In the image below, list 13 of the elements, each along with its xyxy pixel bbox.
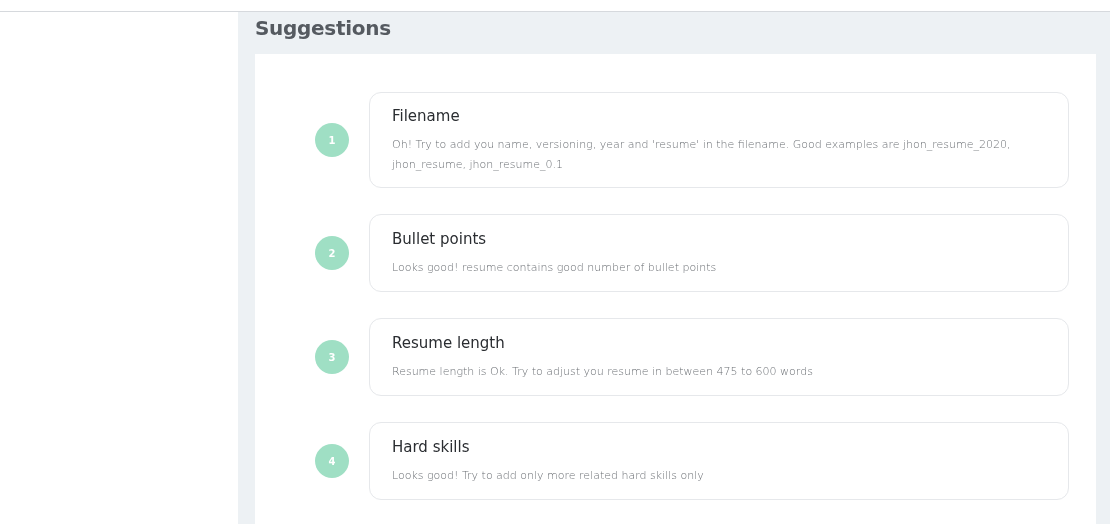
- suggestion-text: Resume length is Ok. Try to adjust you resume in between 475 to 600 words: [392, 364, 814, 380]
- step-number: 4: [315, 444, 349, 478]
- suggestion-title: Filename: [392, 107, 461, 125]
- suggestion-text: Looks good! resume contains good number of bullet points: [392, 260, 718, 276]
- suggestion-title: Resume length: [392, 334, 506, 352]
- suggestion-title: Hard skills: [392, 438, 471, 456]
- step-number: 2: [315, 236, 349, 270]
- step-number: 3: [315, 340, 349, 374]
- suggestion-text: Looks good! Try to add only more related hard skills only: [392, 468, 705, 484]
- suggestion-text: Oh! Try to add you name, versioning, year and 'resume' in the filename. Good examples are jhon_resume_2020, jhon_resume, jhon_resume_0.1: [392, 137, 1012, 173]
- section-heading: Suggestions: [255, 15, 392, 42]
- suggestion-title: Bullet points: [392, 230, 488, 248]
- step-number: 1: [315, 123, 349, 157]
